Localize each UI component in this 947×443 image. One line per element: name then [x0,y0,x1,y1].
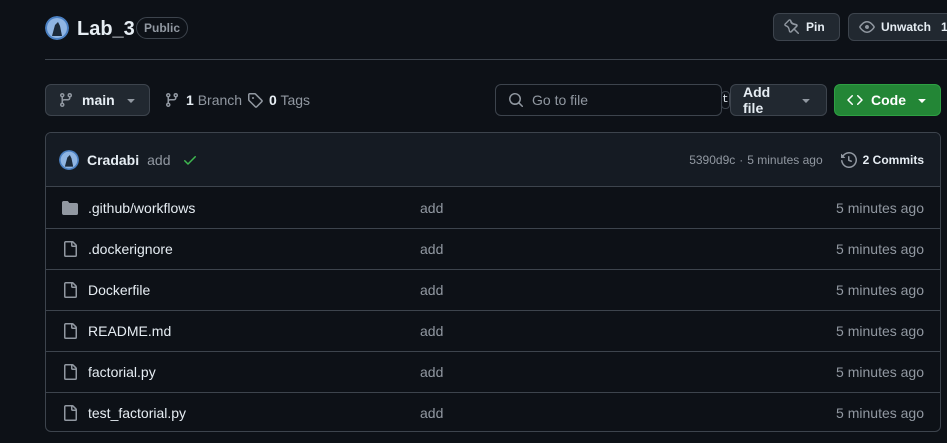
branch-count: 1 [186,92,194,108]
commit-author-avatar[interactable] [59,149,79,170]
tags-link[interactable]: 0 Tags [247,92,310,108]
file-name[interactable]: Dockerfile [88,282,420,298]
pin-button[interactable]: Pin [773,13,840,41]
tag-count: 0 [269,92,277,108]
file-name[interactable]: factorial.py [88,364,420,380]
pin-label: Pin [806,20,825,34]
folder-icon [62,200,78,216]
tag-label: Tags [280,92,311,108]
code-button[interactable]: Code [834,84,941,116]
watch-button[interactable]: Unwatch 1 [848,13,947,41]
file-icon [62,405,78,421]
tag-icon [247,92,263,108]
branch-select-button[interactable]: main [45,84,150,116]
visibility-badge: Public [136,17,189,39]
chevron-down-icon [914,92,930,108]
go-to-file-search[interactable]: t [495,84,730,116]
watch-count: 1 [941,20,947,34]
keyboard-shortcut-hint: t [721,91,730,109]
file-table: Cradabi add 5390d9c · 5 minutes ago 2 Co… [45,132,941,432]
file-row[interactable]: factorial.py add 5 minutes ago [46,351,940,392]
file-commit-message[interactable]: add [420,323,443,339]
file-name[interactable]: README.md [88,323,420,339]
file-name[interactable]: .github/workflows [88,200,420,216]
file-commit-time: 5 minutes ago [836,405,924,421]
repo-owner-avatar[interactable] [45,16,69,40]
chevron-down-icon [798,92,814,108]
file-commit-time: 5 minutes ago [836,364,924,380]
file-name[interactable]: .dockerignore [88,241,420,257]
commit-hash[interactable]: 5390d9c [689,153,735,167]
file-commit-message[interactable]: add [420,200,443,216]
watch-label: Unwatch [881,20,932,34]
commit-meta: 5390d9c · 5 minutes ago 2 Commits [689,151,924,168]
file-commit-message[interactable]: add [420,282,443,298]
header-divider [45,59,947,60]
file-commit-time: 5 minutes ago [836,323,924,339]
repo-name[interactable]: Lab_3 [77,15,135,43]
file-commit-message[interactable]: add [420,405,443,421]
branch-name: main [82,92,115,108]
file-commit-time: 5 minutes ago [836,241,924,257]
eye-icon [859,19,875,35]
branches-link[interactable]: 1 Branch [164,92,242,108]
commits-count: 2 Commits [862,152,924,167]
pin-icon [784,19,800,35]
branch-label: Branch [197,92,243,108]
search-input[interactable] [532,92,713,108]
history-icon [840,151,857,168]
chevron-down-icon [123,92,139,108]
file-row[interactable]: .dockerignore add 5 minutes ago [46,228,940,269]
add-file-label: Add file [743,84,771,116]
code-icon [847,92,863,108]
file-icon [62,323,78,339]
file-commit-message[interactable]: add [420,364,443,380]
file-icon [62,241,78,257]
commit-message[interactable]: add [147,152,170,168]
commit-author[interactable]: Cradabi [87,152,139,168]
git-branch-icon [58,92,74,108]
commit-separator: · [739,152,744,167]
file-row[interactable]: .github/workflows add 5 minutes ago [46,187,940,228]
file-commit-message[interactable]: add [420,241,443,257]
file-commit-time: 5 minutes ago [836,199,924,216]
add-file-button[interactable]: Add file [730,84,827,116]
file-icon [62,364,78,380]
file-row[interactable]: test_factorial.py add 5 minutes ago [46,392,940,431]
check-icon[interactable] [182,152,198,168]
file-list: .github/workflows add 5 minutes ago .doc… [46,187,940,431]
commits-history-link[interactable]: 2 Commits [840,151,924,168]
file-name[interactable]: test_factorial.py [88,405,420,421]
latest-commit-bar: Cradabi add 5390d9c · 5 minutes ago 2 Co… [46,133,940,187]
commit-time: 5 minutes ago [747,152,823,167]
file-commit-time: 5 minutes ago [836,282,924,298]
search-icon [508,92,524,108]
file-icon [62,282,78,298]
file-row[interactable]: Dockerfile add 5 minutes ago [46,269,940,310]
file-row[interactable]: README.md add 5 minutes ago [46,310,940,351]
git-branch-icon [164,92,180,108]
code-label: Code [871,92,906,108]
